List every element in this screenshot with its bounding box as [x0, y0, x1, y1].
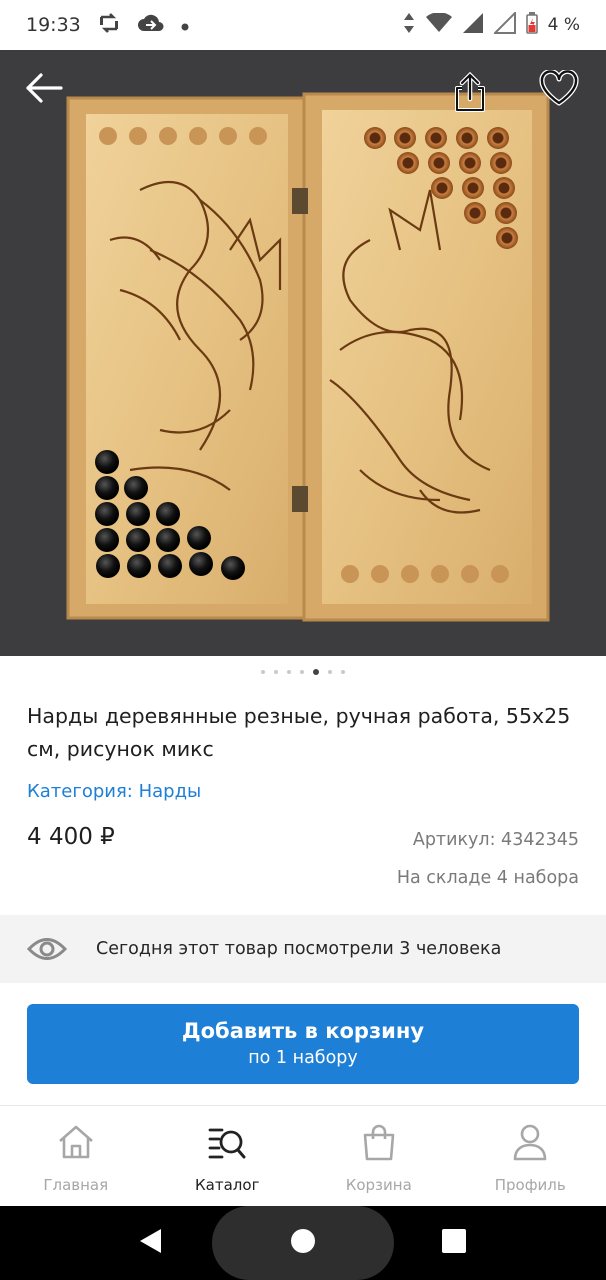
tab-home[interactable]: Главная [0, 1106, 152, 1205]
add-to-cart-button[interactable]: Добавить в корзину по 1 набору [27, 1004, 579, 1084]
battery-percent: 4 % [547, 15, 580, 35]
backgammon-board-image [0, 50, 606, 656]
catalog-search-icon [207, 1122, 247, 1162]
home-icon [56, 1122, 96, 1162]
wifi-icon [425, 11, 452, 38]
carousel-indicator[interactable] [0, 669, 606, 675]
cloud-icon [137, 13, 165, 38]
carousel-dot[interactable] [341, 670, 345, 674]
circle-home-icon [290, 1228, 316, 1258]
tab-profile[interactable]: Профиль [455, 1106, 606, 1205]
battery-icon [525, 11, 538, 39]
product-title: Нарды деревянные резные, ручная работа, … [27, 704, 571, 761]
viewers-text: Сегодня этот товар посмотрели 3 человека [96, 939, 502, 959]
dot-icon [181, 14, 189, 36]
viewers-banner: Сегодня этот товар посмотрели 3 человека [0, 915, 606, 983]
tab-cart-label: Корзина [345, 1176, 412, 1194]
product-price: 4 400 ₽ [27, 824, 115, 850]
carousel-dot[interactable] [328, 670, 332, 674]
signal-icon [462, 12, 484, 39]
nav-recents-button[interactable] [434, 1226, 474, 1260]
status-time: 19:33 [26, 14, 81, 36]
tab-profile-label: Профиль [494, 1176, 566, 1194]
profile-icon [510, 1122, 550, 1162]
product-image[interactable] [0, 50, 606, 656]
square-recents-icon [441, 1228, 467, 1258]
bottom-tab-bar: Главная Каталог Корзина Профиль [0, 1105, 606, 1205]
carousel-dot[interactable] [274, 670, 278, 674]
status-bar: 19:33 4 % [0, 0, 606, 50]
add-to-cart-quantity: по 1 набору [248, 1048, 358, 1068]
carousel-dot[interactable] [313, 669, 319, 675]
tab-cart[interactable]: Корзина [303, 1106, 455, 1205]
product-sku: Артикул: 4342345 [412, 830, 579, 850]
nav-home-button[interactable] [283, 1226, 323, 1260]
bag-icon [359, 1122, 399, 1162]
back-button[interactable] [23, 72, 71, 120]
share-button[interactable] [452, 72, 500, 120]
triangle-back-icon [137, 1227, 163, 1259]
signal-empty-icon [492, 10, 516, 39]
carousel-dot[interactable] [300, 670, 304, 674]
tab-home-label: Главная [43, 1176, 109, 1194]
eye-icon [27, 929, 67, 969]
carousel-dot[interactable] [287, 670, 291, 674]
favorite-button[interactable] [539, 70, 587, 118]
tab-catalog[interactable]: Каталог [152, 1106, 304, 1205]
data-arrows-icon [402, 12, 416, 39]
category-link[interactable]: Категория: Нарды [27, 781, 201, 802]
carousel-dot[interactable] [261, 670, 265, 674]
sync-icon [97, 12, 121, 38]
add-to-cart-label: Добавить в корзину [181, 1019, 425, 1043]
stock-status: На складе 4 набора [396, 868, 579, 888]
system-navigation-bar [0, 1206, 606, 1280]
tab-catalog-label: Каталог [195, 1176, 260, 1194]
nav-back-button[interactable] [130, 1226, 170, 1260]
